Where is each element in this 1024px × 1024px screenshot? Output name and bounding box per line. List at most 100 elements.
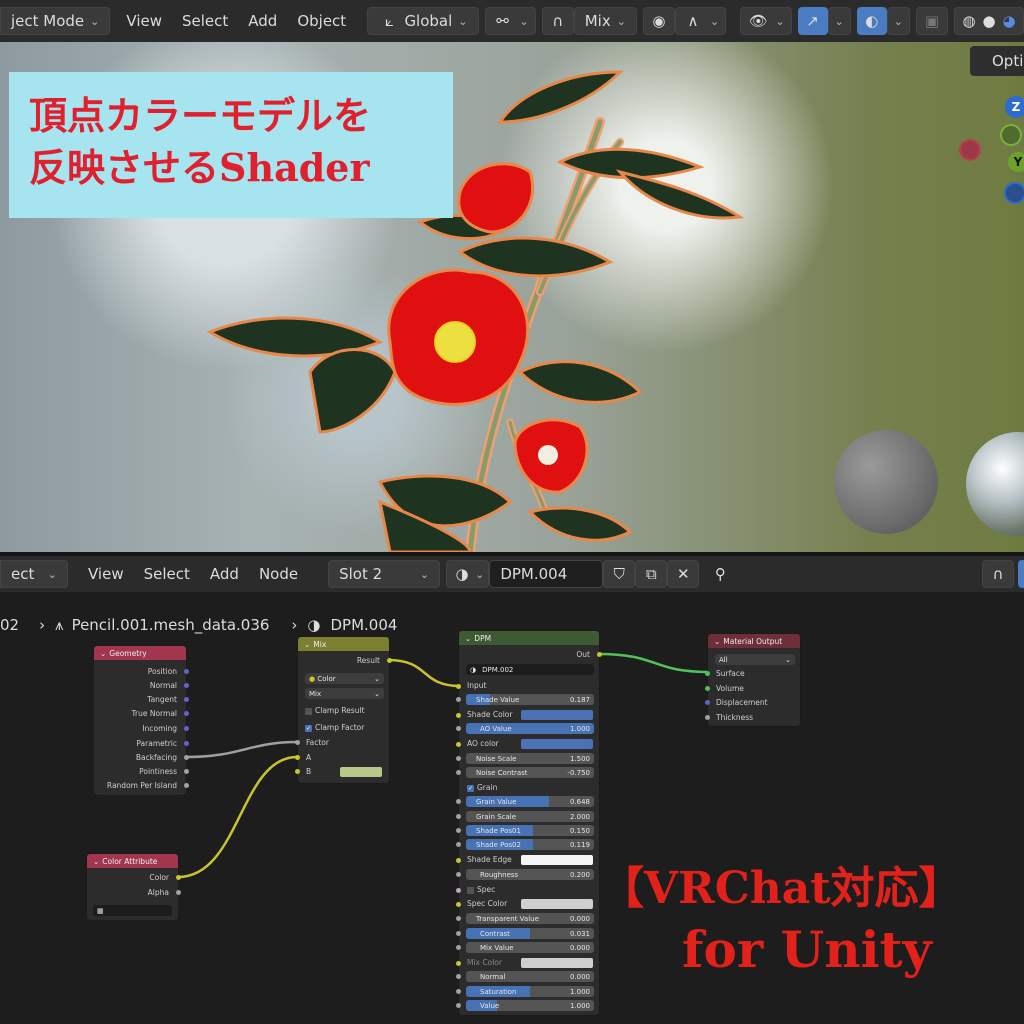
- socket-in[interactable]: [456, 697, 461, 702]
- socket-in[interactable]: [456, 842, 461, 847]
- transparent-value-field[interactable]: Transparent Value 0.000: [466, 913, 594, 924]
- noise-contrast-field[interactable]: Noise Contrast -0.750: [466, 767, 594, 778]
- node-menu-add[interactable]: Add: [210, 565, 239, 583]
- socket-out[interactable]: [184, 769, 189, 774]
- material-name-field[interactable]: DPM.004: [489, 560, 604, 588]
- orientation-dropdown[interactable]: ⟀ Global ⌄: [367, 7, 479, 35]
- falloff-dropdown[interactable]: ∧ ⌄: [674, 7, 727, 35]
- collapse-icon[interactable]: ⌄: [93, 857, 99, 866]
- shade-edge-swatch[interactable]: [521, 855, 593, 865]
- socket-in-a[interactable]: [295, 755, 300, 760]
- socket-in[interactable]: [456, 799, 461, 804]
- socket-in[interactable]: [456, 684, 461, 689]
- socket-in[interactable]: [456, 989, 461, 994]
- socket-in[interactable]: [456, 974, 461, 979]
- options-button[interactable]: Opti: [970, 46, 1024, 76]
- socket-in[interactable]: [456, 902, 461, 907]
- socket-out[interactable]: [184, 741, 189, 746]
- menu-object[interactable]: Object: [297, 12, 346, 30]
- fake-user-button[interactable]: ⛉: [603, 560, 636, 588]
- socket-in[interactable]: [456, 814, 461, 819]
- blend-type-dropdown[interactable]: Mix ⌄: [305, 688, 384, 699]
- socket-in[interactable]: [456, 858, 461, 863]
- socket-out[interactable]: [184, 783, 189, 788]
- socket-out[interactable]: [184, 726, 189, 731]
- socket-out[interactable]: [184, 755, 189, 760]
- ao-color-swatch[interactable]: [521, 739, 593, 749]
- roughness-field[interactable]: Roughness 0.200: [466, 869, 594, 880]
- saturation-field[interactable]: Saturation 1.000: [466, 986, 594, 997]
- nav-gizmo-x-neg[interactable]: [959, 139, 981, 161]
- socket-in-surface[interactable]: [705, 671, 710, 676]
- socket-in[interactable]: [456, 1003, 461, 1008]
- contrast-field[interactable]: Contrast 0.031: [466, 928, 594, 939]
- socket-out[interactable]: [597, 652, 602, 657]
- grain-scale-field[interactable]: Grain Scale 2.000: [466, 811, 594, 822]
- collapse-icon[interactable]: ⌄: [465, 634, 471, 643]
- target-dropdown[interactable]: All ⌄: [715, 654, 795, 665]
- collapse-icon[interactable]: ⌄: [714, 637, 720, 646]
- socket-out[interactable]: [184, 697, 189, 702]
- socket-in[interactable]: [456, 713, 461, 718]
- socket-in-factor[interactable]: [295, 740, 300, 745]
- xray-toggle[interactable]: ▣: [916, 7, 948, 35]
- shade-color-swatch[interactable]: [521, 710, 593, 720]
- visibility-dropdown[interactable]: 👁 ⌄: [740, 7, 792, 35]
- collapse-icon[interactable]: ⌄: [304, 640, 310, 649]
- pin-icon[interactable]: ⚲: [709, 563, 731, 585]
- value-field[interactable]: Value 1.000: [466, 1000, 594, 1011]
- shade-pos02-field[interactable]: Shade Pos02 0.119: [466, 839, 594, 850]
- group-datablock-field[interactable]: ◑ DPM.002: [466, 664, 594, 675]
- node-color-attribute-header[interactable]: ⌄ Color Attribute: [87, 854, 178, 868]
- nav-gizmo-z-neg[interactable]: [1004, 182, 1024, 204]
- menu-view[interactable]: View: [126, 12, 162, 30]
- material-preview-icon[interactable]: ◕: [999, 10, 1019, 32]
- socket-in[interactable]: [456, 742, 461, 747]
- socket-in[interactable]: [456, 888, 461, 893]
- socket-in[interactable]: [456, 945, 461, 950]
- socket-out[interactable]: [184, 683, 189, 688]
- socket-out-alpha[interactable]: [176, 890, 181, 895]
- noise-scale-field[interactable]: Noise Scale 1.500: [466, 753, 594, 764]
- socket-in[interactable]: [456, 770, 461, 775]
- socket-in-thickness[interactable]: [705, 715, 710, 720]
- shade-value-slider[interactable]: Shade Value 0.187: [466, 694, 594, 705]
- overlay-toggle[interactable]: ◐: [856, 7, 887, 35]
- pivot-dropdown[interactable]: ⚯ ⌄: [484, 7, 536, 35]
- menu-select[interactable]: Select: [182, 12, 228, 30]
- snap-toggle[interactable]: ∩: [541, 7, 574, 35]
- blend-dropdown[interactable]: Mix ⌄: [573, 7, 637, 35]
- shading-modes[interactable]: ◍ ● ◕: [954, 7, 1024, 35]
- spec-color-swatch[interactable]: [521, 899, 593, 909]
- duplicate-button[interactable]: ⧉: [635, 560, 668, 588]
- nav-gizmo-z[interactable]: Z: [1005, 96, 1024, 118]
- node-menu-view[interactable]: View: [88, 565, 124, 583]
- node-mix-header[interactable]: ⌄ Mix: [298, 637, 389, 651]
- node-menu-node[interactable]: Node: [259, 565, 298, 583]
- ao-value-field[interactable]: AO Value 1.000: [466, 723, 594, 734]
- nav-gizmo-y-neg[interactable]: [1000, 124, 1022, 146]
- socket-in-b[interactable]: [295, 769, 300, 774]
- node-snap-toggle[interactable]: ∩: [982, 560, 1014, 588]
- grain-checkbox[interactable]: ✓ Grain: [467, 783, 497, 792]
- overlay-dropdown[interactable]: ⌄: [886, 7, 910, 35]
- socket-in[interactable]: [456, 916, 461, 921]
- shade-pos01-field[interactable]: Shade Pos01 0.150: [466, 825, 594, 836]
- node-geometry[interactable]: ⌄ Geometry Position Normal Tangent True N…: [93, 645, 189, 796]
- data-type-dropdown[interactable]: ● Color ⌄: [305, 673, 384, 684]
- clamp-result-checkbox[interactable]: Clamp Result: [305, 706, 365, 715]
- wireframe-icon[interactable]: ◍: [959, 10, 979, 32]
- normal-field[interactable]: Normal 0.000: [466, 971, 594, 982]
- mix-color-swatch[interactable]: [521, 958, 593, 968]
- socket-in[interactable]: [456, 756, 461, 761]
- socket-out[interactable]: [184, 711, 189, 716]
- socket-in[interactable]: [456, 931, 461, 936]
- socket-in[interactable]: [456, 872, 461, 877]
- color-swatch-b[interactable]: [340, 767, 382, 777]
- unlink-button[interactable]: ✕: [667, 560, 700, 588]
- spec-checkbox[interactable]: Spec: [467, 885, 495, 894]
- node-mix[interactable]: ⌄ Mix Result ● Color ⌄ Mix ⌄ Clamp Result ✓…: [295, 636, 392, 784]
- gizmo-dropdown[interactable]: ⌄: [827, 7, 851, 35]
- proportional-toggle[interactable]: ◉: [642, 7, 675, 35]
- socket-in-volume[interactable]: [705, 686, 710, 691]
